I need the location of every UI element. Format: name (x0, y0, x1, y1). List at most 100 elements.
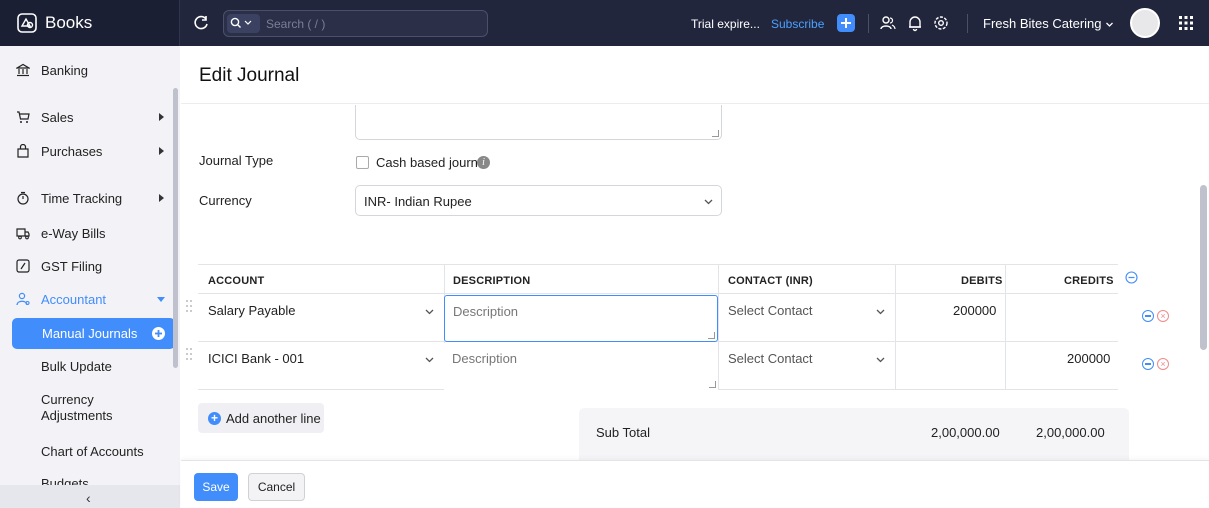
books-logo-icon (17, 13, 37, 33)
search-icon (230, 17, 252, 28)
truck-icon (16, 228, 30, 240)
sidebar-item-label: e-Way Bills (41, 226, 106, 241)
sidebar-item-bulk-update[interactable]: Bulk Update (41, 359, 112, 375)
chevron-down-icon (876, 309, 885, 315)
sidebar-item-currency-adjustments[interactable]: Currency Adjustments (41, 392, 136, 424)
sidebar-item-label: Banking (41, 63, 88, 78)
cash-based-checkbox[interactable] (356, 156, 369, 169)
column-header-account: ACCOUNT (208, 275, 265, 287)
sidebar-item-time-tracking[interactable]: Time Tracking (0, 183, 180, 213)
chevron-right-icon (159, 194, 164, 202)
resize-handle[interactable] (708, 332, 715, 339)
sidebar: Banking Sales Purchases Time Tracking e-… (0, 46, 180, 508)
subtotal-credits: 2,00,000.00 (1036, 425, 1105, 440)
organization-name: Fresh Bites Catering (983, 16, 1102, 31)
contact-select[interactable]: Select Contact (728, 351, 813, 366)
chevron-down-icon (157, 297, 165, 302)
main-scrollbar[interactable] (1200, 185, 1207, 350)
currency-label: Currency (199, 193, 252, 208)
bell-icon[interactable] (906, 14, 924, 32)
chevron-down-icon (876, 357, 885, 363)
subscribe-link[interactable]: Subscribe (771, 17, 824, 31)
sidebar-collapse-button[interactable]: ‹ (0, 485, 180, 508)
debit-input[interactable]: 200000 (953, 303, 996, 318)
subtotal-debits: 2,00,000.00 (931, 425, 1000, 440)
notes-textarea[interactable] (355, 105, 722, 140)
chevron-down-icon (425, 309, 434, 315)
column-options-icon[interactable] (1125, 271, 1138, 284)
subtotal-label: Sub Total (596, 425, 650, 440)
row-options-icon[interactable] (1142, 358, 1154, 370)
chevron-right-icon (159, 147, 164, 155)
refresh-icon[interactable] (192, 14, 210, 32)
search-scope-button[interactable] (227, 14, 260, 33)
drag-handle-icon[interactable] (186, 348, 192, 360)
column-header-description: DESCRIPTION (453, 275, 531, 287)
stopwatch-icon (17, 191, 29, 205)
avatar[interactable] (1130, 8, 1160, 38)
accountant-icon (16, 292, 30, 306)
resize-handle[interactable] (712, 130, 719, 137)
table-row: Salary Payable Description Select Contac… (186, 294, 1169, 342)
sidebar-item-purchases[interactable]: Purchases (0, 136, 180, 166)
sidebar-item-chart-of-accounts[interactable]: Chart of Accounts (41, 444, 144, 460)
description-input[interactable]: Description (444, 343, 718, 390)
settings-icon[interactable] (932, 14, 950, 32)
add-icon (155, 330, 162, 337)
description-placeholder: Description (452, 351, 518, 366)
cancel-button[interactable]: Cancel (248, 473, 305, 501)
sidebar-item-label: Manual Journals (42, 326, 138, 341)
bag-icon (17, 144, 29, 158)
sidebar-scrollbar[interactable] (173, 88, 178, 368)
organization-switcher[interactable]: Fresh Bites Catering (983, 16, 1114, 31)
description-placeholder: Description (453, 304, 519, 319)
sidebar-item-eway-bills[interactable]: e-Way Bills (0, 218, 180, 248)
search-input[interactable] (266, 15, 466, 33)
account-select[interactable]: Salary Payable (208, 303, 295, 318)
remove-row-icon[interactable]: × (1157, 310, 1169, 322)
account-select[interactable]: ICICI Bank - 001 (208, 351, 304, 366)
apps-grid-icon[interactable] (1178, 15, 1194, 31)
chevron-down-icon (1106, 22, 1114, 27)
add-another-line-button[interactable]: + Add another line (198, 403, 324, 433)
drag-handle-icon[interactable] (186, 300, 192, 312)
sidebar-item-manual-journals[interactable]: Manual Journals (12, 318, 175, 349)
column-header-contact: CONTACT (INR) (728, 275, 813, 287)
form-footer: Save Cancel (181, 460, 1209, 508)
chevron-down-icon (425, 357, 434, 363)
page-header: Edit Journal (181, 46, 1209, 104)
sidebar-item-label: GST Filing (41, 259, 103, 274)
sidebar-item-gst-filing[interactable]: GST Filing (0, 251, 180, 281)
table-header: ACCOUNT DESCRIPTION CONTACT (INR) DEBITS… (198, 264, 1138, 294)
chevron-down-icon (704, 199, 713, 205)
logo-area[interactable]: Books (0, 0, 180, 46)
description-input[interactable]: Description (444, 295, 718, 342)
cash-based-label: Cash based journal (376, 155, 489, 170)
quick-create-button[interactable] (837, 14, 855, 32)
add-another-line-label: Add another line (226, 411, 321, 426)
sidebar-item-banking[interactable]: Banking (0, 55, 180, 85)
top-bar: Books Trial expire... Subscribe (0, 0, 1209, 46)
sidebar-item-label: Time Tracking (41, 191, 123, 206)
table-row: ICICI Bank - 001 Description Select Cont… (186, 342, 1169, 390)
gst-icon (16, 259, 30, 273)
info-icon[interactable]: i (477, 156, 490, 169)
bank-icon (16, 63, 30, 77)
remove-row-icon[interactable]: × (1157, 358, 1169, 370)
sidebar-item-sales[interactable]: Sales (0, 102, 180, 132)
save-button[interactable]: Save (194, 473, 238, 501)
add-journal-button[interactable] (152, 327, 165, 340)
row-options-icon[interactable] (1142, 310, 1154, 322)
sidebar-item-accountant[interactable]: Accountant (0, 284, 180, 314)
resize-handle[interactable] (709, 381, 716, 388)
credit-input[interactable]: 200000 (1067, 351, 1110, 366)
contact-select[interactable]: Select Contact (728, 303, 813, 318)
chevron-right-icon (159, 113, 164, 121)
divider (868, 14, 869, 33)
trial-status: Trial expire... (691, 17, 760, 31)
subtotal-panel: Sub Total 2,00,000.00 2,00,000.00 (579, 408, 1129, 460)
journal-form: Journal Type Cash based journal i Curren… (181, 105, 1209, 460)
currency-select[interactable]: INR- Indian Rupee (355, 185, 722, 216)
users-icon[interactable] (879, 14, 897, 32)
app-name: Books (45, 13, 93, 32)
